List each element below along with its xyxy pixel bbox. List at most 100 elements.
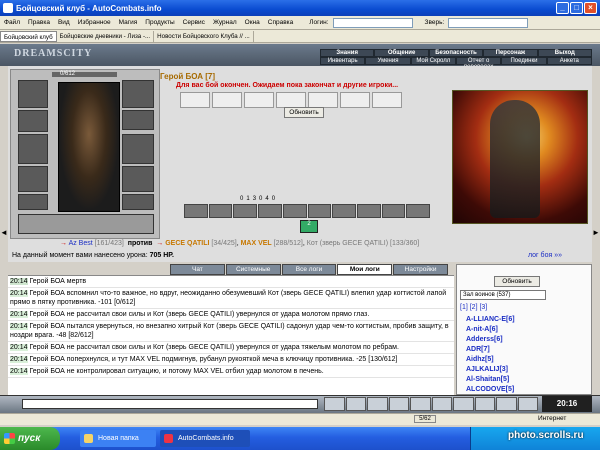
- nav-communication[interactable]: Общение: [374, 49, 429, 57]
- tab-settings[interactable]: Настройки: [393, 264, 448, 275]
- maximize-button[interactable]: □: [570, 2, 583, 14]
- battle-log-link[interactable]: лог боя »»: [528, 252, 562, 259]
- tab-system-messages[interactable]: Системные сообщения: [225, 264, 281, 282]
- tactic-1[interactable]: [184, 204, 208, 218]
- scroll-icon[interactable]: [496, 397, 517, 411]
- player-item[interactable]: A-LLIANC-E[6]: [466, 316, 515, 323]
- translit-icon[interactable]: [367, 397, 388, 411]
- attack-scroll-2[interactable]: [212, 92, 242, 108]
- tab-all-logs[interactable]: Все логи: [281, 264, 337, 275]
- tactic-9[interactable]: [381, 204, 406, 218]
- map-icon[interactable]: [410, 397, 431, 411]
- beast-input[interactable]: [448, 17, 529, 28]
- nav-security[interactable]: Безопасность: [428, 49, 484, 57]
- menu-magic[interactable]: Магия: [115, 19, 142, 26]
- nav-fights[interactable]: Поединки: [501, 57, 547, 65]
- attack-scroll-1[interactable]: [180, 92, 210, 108]
- right-fighter-1[interactable]: GECE QATILI: [165, 240, 209, 247]
- refresh-players-button[interactable]: Обновить: [494, 276, 540, 287]
- player-item[interactable]: Aidhz[5]: [466, 356, 494, 363]
- settings-icon[interactable]: [517, 397, 538, 411]
- login-input[interactable]: [332, 17, 413, 28]
- boots-slot[interactable]: [122, 194, 154, 210]
- bag-icon[interactable]: [474, 397, 495, 411]
- tab-fight-club[interactable]: Бойцовский клуб: [0, 30, 57, 42]
- nav-transfers[interactable]: Отчет о переводах: [455, 57, 502, 70]
- menu-file[interactable]: Файл: [0, 19, 24, 26]
- start-button[interactable]: пуск: [0, 427, 60, 450]
- close-button[interactable]: ×: [584, 2, 597, 14]
- chat-input[interactable]: [22, 399, 318, 409]
- window-title: Бойцовский клуб - AutoCombats.info: [16, 3, 162, 13]
- taskbar-item-folder[interactable]: Новая папка: [80, 430, 156, 447]
- minimize-button[interactable]: _: [556, 2, 569, 14]
- tab-diaries[interactable]: Бойцовские дневники - Лиза -...: [57, 30, 155, 42]
- nav-my-scroll[interactable]: Мой Скролл: [410, 57, 456, 65]
- clear-icon[interactable]: [345, 397, 366, 411]
- attack-scroll-3[interactable]: [244, 92, 274, 108]
- fight-icon[interactable]: [431, 397, 452, 411]
- menu-products[interactable]: Продукты: [141, 19, 178, 26]
- friends-icon[interactable]: [453, 397, 474, 411]
- tactic-5[interactable]: [282, 204, 307, 218]
- nav-profile[interactable]: Анкета: [546, 57, 592, 65]
- defend-scroll-1[interactable]: [276, 92, 306, 108]
- tab-chat[interactable]: Чат: [170, 264, 225, 275]
- nav-knowledge[interactable]: Знания: [320, 49, 375, 57]
- bracer-slot[interactable]: [18, 110, 48, 132]
- tactic-3[interactable]: [233, 204, 258, 218]
- scroll-left-icon[interactable]: ◄: [0, 228, 8, 238]
- player-item[interactable]: AJLKALIJ[3]: [466, 366, 508, 373]
- nav-exit[interactable]: Выход: [537, 49, 593, 57]
- player-item[interactable]: A-nit-A[6]: [466, 326, 498, 333]
- tactic-8[interactable]: [356, 204, 381, 218]
- players-pages[interactable]: [1] [2] [3]: [460, 304, 487, 311]
- beast-label: Зверь:: [424, 19, 445, 26]
- weapon-slot[interactable]: [18, 134, 48, 164]
- nav-character[interactable]: Персонаж: [483, 49, 538, 57]
- menu-windows[interactable]: Окна: [241, 19, 264, 26]
- menu-journal[interactable]: Журнал: [209, 19, 241, 26]
- player-item[interactable]: Adderss[6]: [466, 336, 503, 343]
- nav-skills[interactable]: Умения: [365, 57, 411, 65]
- tactic-7[interactable]: [332, 204, 356, 218]
- armor-slot[interactable]: [18, 166, 48, 192]
- left-fighter-hp: [161/423]: [94, 240, 124, 247]
- menu-service[interactable]: Сервис: [179, 19, 209, 26]
- player-item[interactable]: ALCODOVE[5]: [466, 386, 514, 393]
- player-item[interactable]: ADR[7]: [466, 346, 490, 353]
- nav-inventory[interactable]: Инвентарь: [320, 57, 366, 65]
- tab-my-logs[interactable]: Мои логи: [337, 264, 393, 275]
- room-select[interactable]: Зал воинов (537): [460, 290, 546, 300]
- right-fighter-2[interactable]: MAX VEL: [241, 240, 272, 247]
- menu-help[interactable]: Справка: [264, 19, 298, 26]
- log-line: 20:14 Герой БОА не рассчитал свои силы и…: [8, 309, 454, 321]
- earring-slot[interactable]: [122, 80, 154, 108]
- filter-icon[interactable]: [388, 397, 409, 411]
- gloves-slot[interactable]: [122, 166, 154, 192]
- defend-scroll-3[interactable]: [340, 92, 370, 108]
- left-fighter[interactable]: Az Best: [69, 240, 93, 247]
- tactic-4[interactable]: [258, 204, 282, 218]
- ring-slot[interactable]: [122, 110, 154, 130]
- belt-slot[interactable]: [18, 194, 48, 210]
- right-fighter-3[interactable]: Кот (зверь GECE QATILI): [307, 240, 388, 247]
- taskbar-item-autocombats[interactable]: AutoCombats.info: [160, 430, 250, 447]
- menu-favorites[interactable]: Избранное: [74, 19, 115, 26]
- refresh-fight-button[interactable]: Обновить: [284, 107, 324, 118]
- helmet-slot[interactable]: [18, 80, 48, 108]
- defend-scroll-2[interactable]: [308, 92, 338, 108]
- menu-edit[interactable]: Правка: [24, 19, 54, 26]
- menu-view[interactable]: Вид: [54, 19, 74, 26]
- log-line: 20:14 Герой БОА пытался увернуться, но в…: [8, 321, 454, 342]
- tactic-10[interactable]: [406, 204, 431, 218]
- player-item[interactable]: Al-Shaitan[5]: [466, 376, 509, 383]
- tab-news[interactable]: Новости Бойцовского Клуба // ...: [154, 30, 254, 42]
- tactic-6[interactable]: [307, 204, 332, 218]
- rune-slots[interactable]: [18, 214, 154, 234]
- defend-scroll-4[interactable]: [372, 92, 402, 108]
- tactic-2[interactable]: [208, 204, 233, 218]
- shield-slot[interactable]: [122, 134, 154, 164]
- scroll-right-icon[interactable]: ►: [592, 228, 600, 238]
- smile-icon[interactable]: [324, 397, 345, 411]
